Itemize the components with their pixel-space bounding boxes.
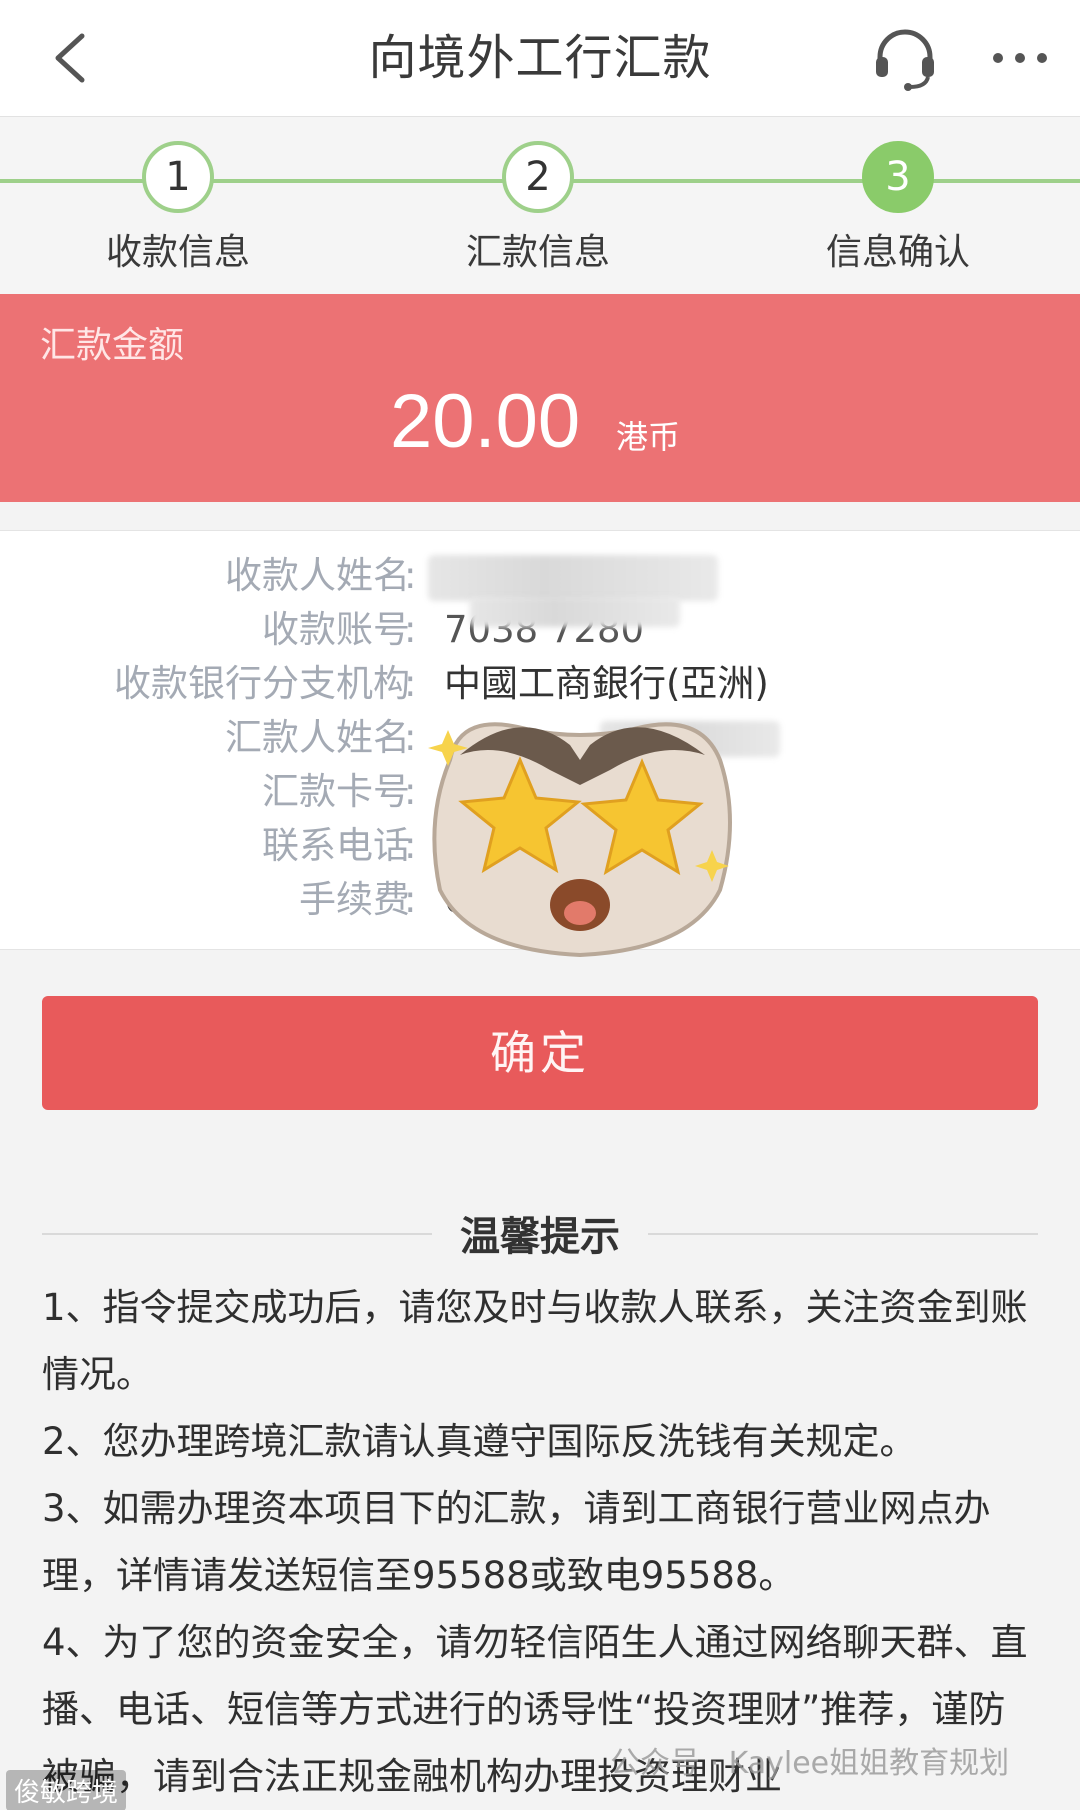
detail-label: 收款账号 bbox=[262, 608, 410, 651]
tips-title: 温馨提示 bbox=[460, 1214, 620, 1260]
detail-colon: : bbox=[404, 770, 417, 813]
divider-left bbox=[42, 1233, 432, 1235]
amount-value: 20.00 bbox=[390, 379, 581, 464]
detail-colon: : bbox=[404, 608, 417, 651]
remittance-confirm-page: 向境外工行汇款 1 收款信息 2 汇款信息 3 信息确认 汇款金额 20.00 … bbox=[0, 0, 1080, 1810]
back-button[interactable] bbox=[30, 20, 110, 96]
detail-row-payee-name: 收款人姓名 : bbox=[0, 549, 1080, 603]
watermark-right: 公众号 · Kaylee姐姐教育规划 bbox=[610, 1746, 1010, 1781]
amount-banner: 汇款金额 20.00 港币 bbox=[0, 294, 1080, 502]
customer-service-button[interactable] bbox=[860, 18, 950, 98]
step-2: 2 汇款信息 bbox=[418, 141, 658, 275]
detail-label: 收款银行分支机构 bbox=[114, 662, 410, 705]
detail-colon: : bbox=[404, 554, 417, 597]
detail-label: 汇款卡号 bbox=[262, 770, 410, 813]
tip-item: 1、指令提交成功后，请您及时与收款人联系，关注资金到账情况。 bbox=[42, 1286, 1028, 1396]
watermark-left: 俊敏跨境 bbox=[6, 1770, 127, 1810]
detail-label: 汇款人姓名 bbox=[225, 716, 410, 759]
confirm-button[interactable]: 确定 bbox=[42, 996, 1038, 1110]
amount-title: 汇款金额 bbox=[40, 325, 185, 366]
step-number-circle-active: 3 bbox=[862, 141, 934, 213]
detail-colon: : bbox=[404, 716, 417, 759]
detail-colon: : bbox=[404, 878, 417, 921]
detail-label: 收款人姓名 bbox=[225, 554, 410, 597]
redacted-block bbox=[428, 555, 718, 601]
step-label: 汇款信息 bbox=[465, 232, 610, 273]
chevron-left-icon bbox=[55, 33, 85, 83]
detail-colon: : bbox=[404, 824, 417, 867]
divider-right bbox=[648, 1233, 1038, 1235]
detail-label: 联系电话 bbox=[262, 824, 410, 867]
nav-bar: 向境外工行汇款 bbox=[0, 0, 1080, 117]
headset-icon bbox=[876, 29, 934, 91]
detail-row-account: 收款账号 : 7038 7280 bbox=[0, 597, 1080, 657]
step-number-circle: 1 bbox=[142, 141, 214, 213]
page-title: 向境外工行汇款 bbox=[368, 30, 712, 86]
detail-label: 手续费 bbox=[299, 878, 410, 921]
detail-colon: : bbox=[404, 662, 417, 705]
owl-sticker bbox=[428, 722, 732, 958]
more-horizontal-icon bbox=[993, 53, 1047, 63]
step-label: 收款信息 bbox=[105, 232, 250, 273]
tip-item: 3、如需办理资本项目下的汇款，请到工商银行营业网点办理，详情请发送短信至9558… bbox=[42, 1487, 991, 1597]
tip-item: 2、您办理跨境汇款请认真遵守国际反洗钱有关规定。 bbox=[42, 1420, 917, 1463]
redacted-block bbox=[470, 597, 680, 627]
tips-list: 1、指令提交成功后，请您及时与收款人联系，关注资金到账情况。 2、您办理跨境汇款… bbox=[42, 1274, 1042, 1810]
step-1: 1 收款信息 bbox=[58, 141, 298, 275]
step-3: 3 信息确认 bbox=[778, 141, 1018, 275]
more-button[interactable] bbox=[975, 18, 1065, 98]
step-number-circle: 2 bbox=[502, 141, 574, 213]
step-label: 信息确认 bbox=[825, 232, 970, 273]
amount-currency: 港币 bbox=[616, 418, 681, 456]
progress-steps: 1 收款信息 2 汇款信息 3 信息确认 bbox=[0, 117, 1080, 294]
